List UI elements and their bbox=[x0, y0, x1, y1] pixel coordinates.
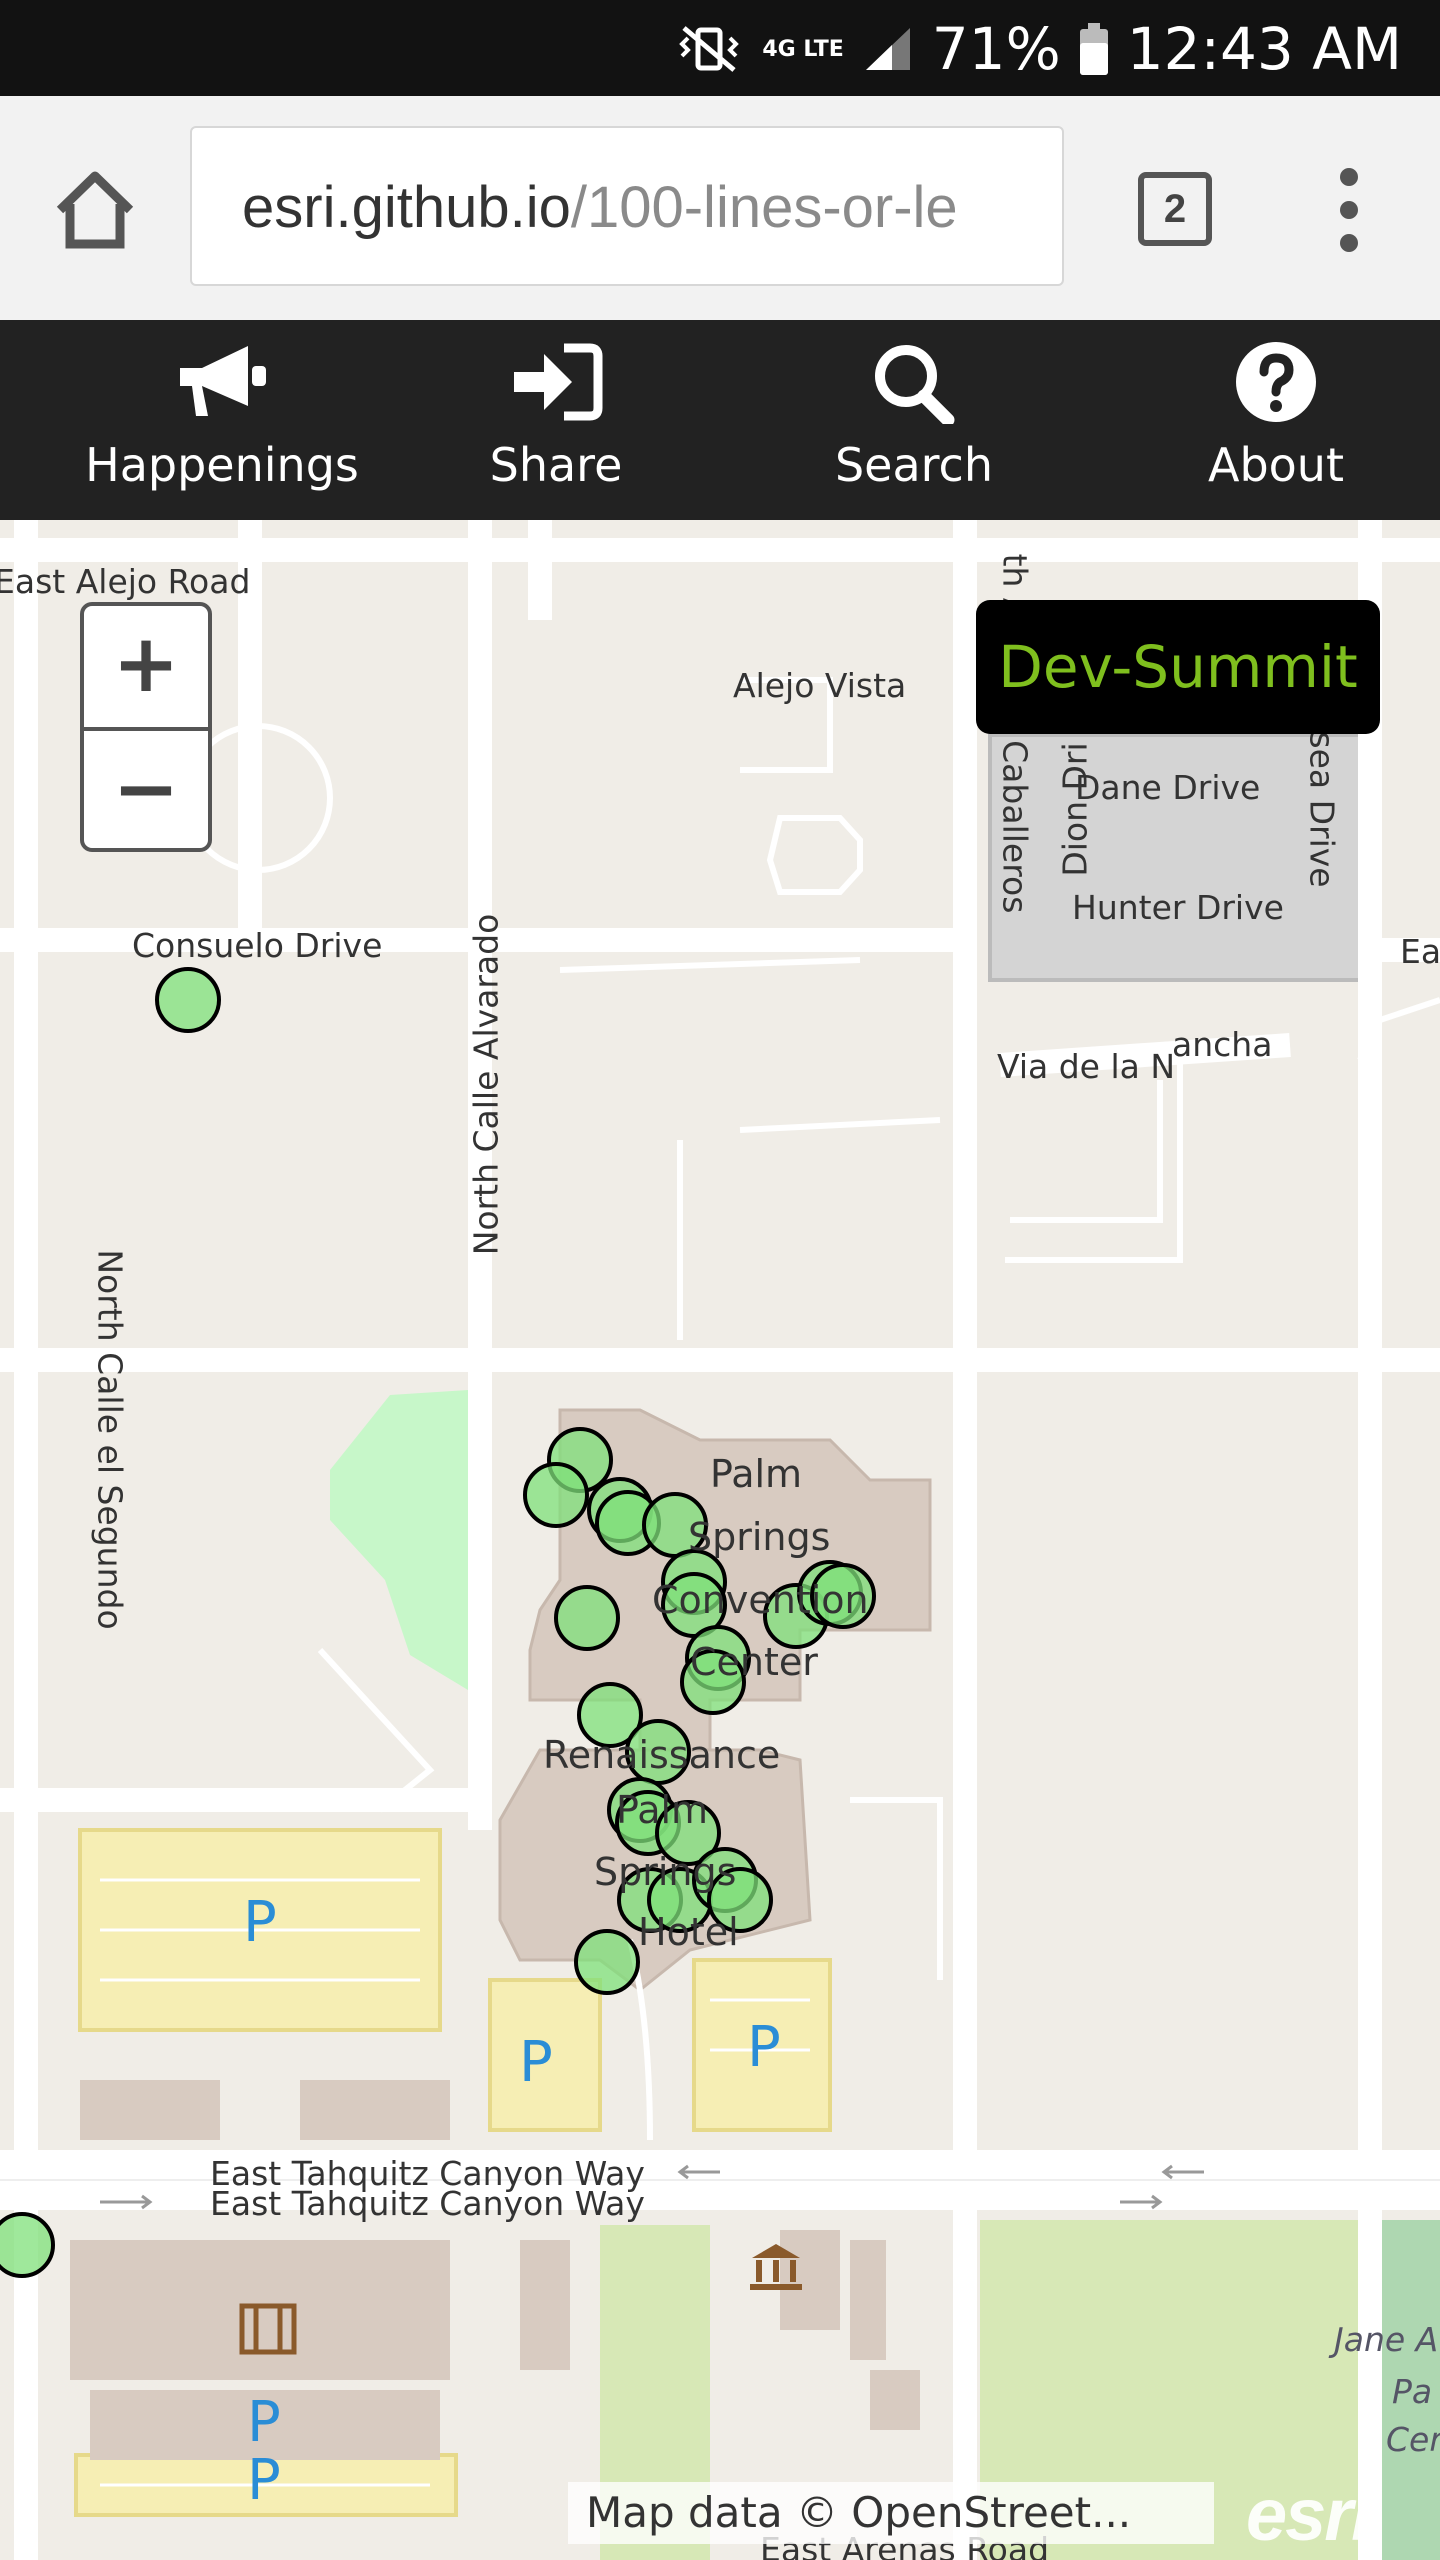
parking-label: P bbox=[243, 1890, 277, 1955]
parking-label: P bbox=[247, 2390, 281, 2455]
building-label-convention: Convention bbox=[652, 1578, 869, 1622]
nav-search[interactable]: Search bbox=[754, 340, 1074, 510]
street-label-dane-drive: Dane Drive bbox=[1075, 768, 1261, 807]
building-label-springs-2: Springs bbox=[594, 1850, 737, 1894]
tab-switcher-button[interactable]: 2 bbox=[1138, 172, 1212, 246]
status-bar: 4G LTE 71% 12:43 AM bbox=[0, 0, 1440, 96]
parking-label: P bbox=[247, 2448, 281, 2513]
question-circle-icon bbox=[1236, 342, 1316, 422]
home-icon bbox=[56, 171, 134, 249]
url-text: esri.github.io/100-lines-or-le bbox=[242, 175, 958, 240]
parking-label: P bbox=[519, 2030, 553, 2095]
street-label-hunter-drive: Hunter Drive bbox=[1072, 888, 1284, 927]
search-icon bbox=[875, 345, 955, 424]
megaphone-icon bbox=[180, 346, 266, 416]
park-label-jane-a: Jane A bbox=[1334, 2320, 1439, 2359]
map-marker[interactable] bbox=[523, 1462, 589, 1528]
overflow-menu-button[interactable] bbox=[1320, 160, 1380, 260]
nav-search-label: Search bbox=[834, 438, 994, 492]
building-label-hotel: Hotel bbox=[638, 1910, 739, 1954]
dev-summit-button[interactable]: Dev-Summit bbox=[976, 600, 1380, 734]
street-label-via-de-la: Via de la N bbox=[997, 1047, 1176, 1086]
nav-happenings-label: Happenings bbox=[85, 438, 359, 492]
nav-about-label: About bbox=[1207, 438, 1344, 492]
esri-logo: esri bbox=[1246, 2473, 1372, 2556]
signal-strength-icon bbox=[862, 24, 914, 74]
home-button[interactable] bbox=[50, 164, 140, 254]
nav-happenings[interactable]: Happenings bbox=[62, 340, 382, 510]
street-label-tahquitz-2: East Tahquitz Canyon Way bbox=[210, 2184, 645, 2223]
vibrate-icon bbox=[674, 24, 744, 74]
nav-share-label: Share bbox=[489, 438, 623, 492]
zoom-out-button[interactable]: − bbox=[84, 731, 208, 848]
building-label-center: Center bbox=[690, 1640, 818, 1684]
parking-label: P bbox=[747, 2015, 781, 2080]
signal-type: 4G LTE bbox=[762, 36, 844, 62]
sign-in-icon bbox=[514, 343, 603, 421]
map-attribution[interactable]: Map data © OpenStreet... bbox=[568, 2482, 1214, 2544]
nav-about[interactable]: About bbox=[1116, 340, 1436, 510]
app-nav-bar: Happenings Share Search About bbox=[0, 320, 1440, 520]
street-label-east-alejo: East Alejo Road bbox=[0, 562, 251, 601]
street-label-sea-drive: sea Drive bbox=[1302, 731, 1342, 888]
street-label-calle-alvarado: North Calle Alvarado bbox=[466, 913, 506, 1256]
building-label-palm-2: Palm bbox=[616, 1788, 709, 1832]
map-marker[interactable] bbox=[155, 967, 221, 1033]
street-label-alejo-vista: Alejo Vista bbox=[733, 666, 907, 705]
address-bar[interactable]: esri.github.io/100-lines-or-le bbox=[190, 126, 1064, 286]
clock: 12:43 AM bbox=[1126, 15, 1402, 83]
browser-toolbar: esri.github.io/100-lines-or-le 2 bbox=[0, 96, 1440, 322]
street-label-dion-drive: Dion Dri bbox=[1055, 742, 1095, 877]
street-label-consuelo: Consuelo Drive bbox=[132, 926, 383, 965]
building-label-palm: Palm bbox=[710, 1452, 803, 1496]
street-label-ea: Ea bbox=[1400, 932, 1440, 971]
zoom-in-button[interactable]: + bbox=[84, 606, 208, 731]
map-marker[interactable] bbox=[0, 2212, 55, 2278]
building-label-renaissance: Renaissance bbox=[543, 1733, 781, 1777]
map-view[interactable]: P P P P P East Alejo Road Alejo Vista th… bbox=[0, 520, 1440, 2560]
street-label-calle-el-segundo: North Calle el Segundo bbox=[90, 1249, 130, 1630]
battery-icon bbox=[1079, 23, 1109, 75]
map-marker[interactable] bbox=[554, 1585, 620, 1651]
battery-percent: 71% bbox=[931, 15, 1061, 83]
map-marker[interactable] bbox=[574, 1929, 640, 1995]
zoom-control: + − bbox=[80, 602, 212, 852]
park-label-cer: Cer bbox=[1386, 2420, 1440, 2459]
building-label-springs: Springs bbox=[688, 1515, 831, 1559]
nav-share[interactable]: Share bbox=[396, 340, 716, 510]
park-label-pa: Pa bbox=[1392, 2372, 1433, 2411]
street-label-ancha: ancha bbox=[1172, 1025, 1273, 1064]
